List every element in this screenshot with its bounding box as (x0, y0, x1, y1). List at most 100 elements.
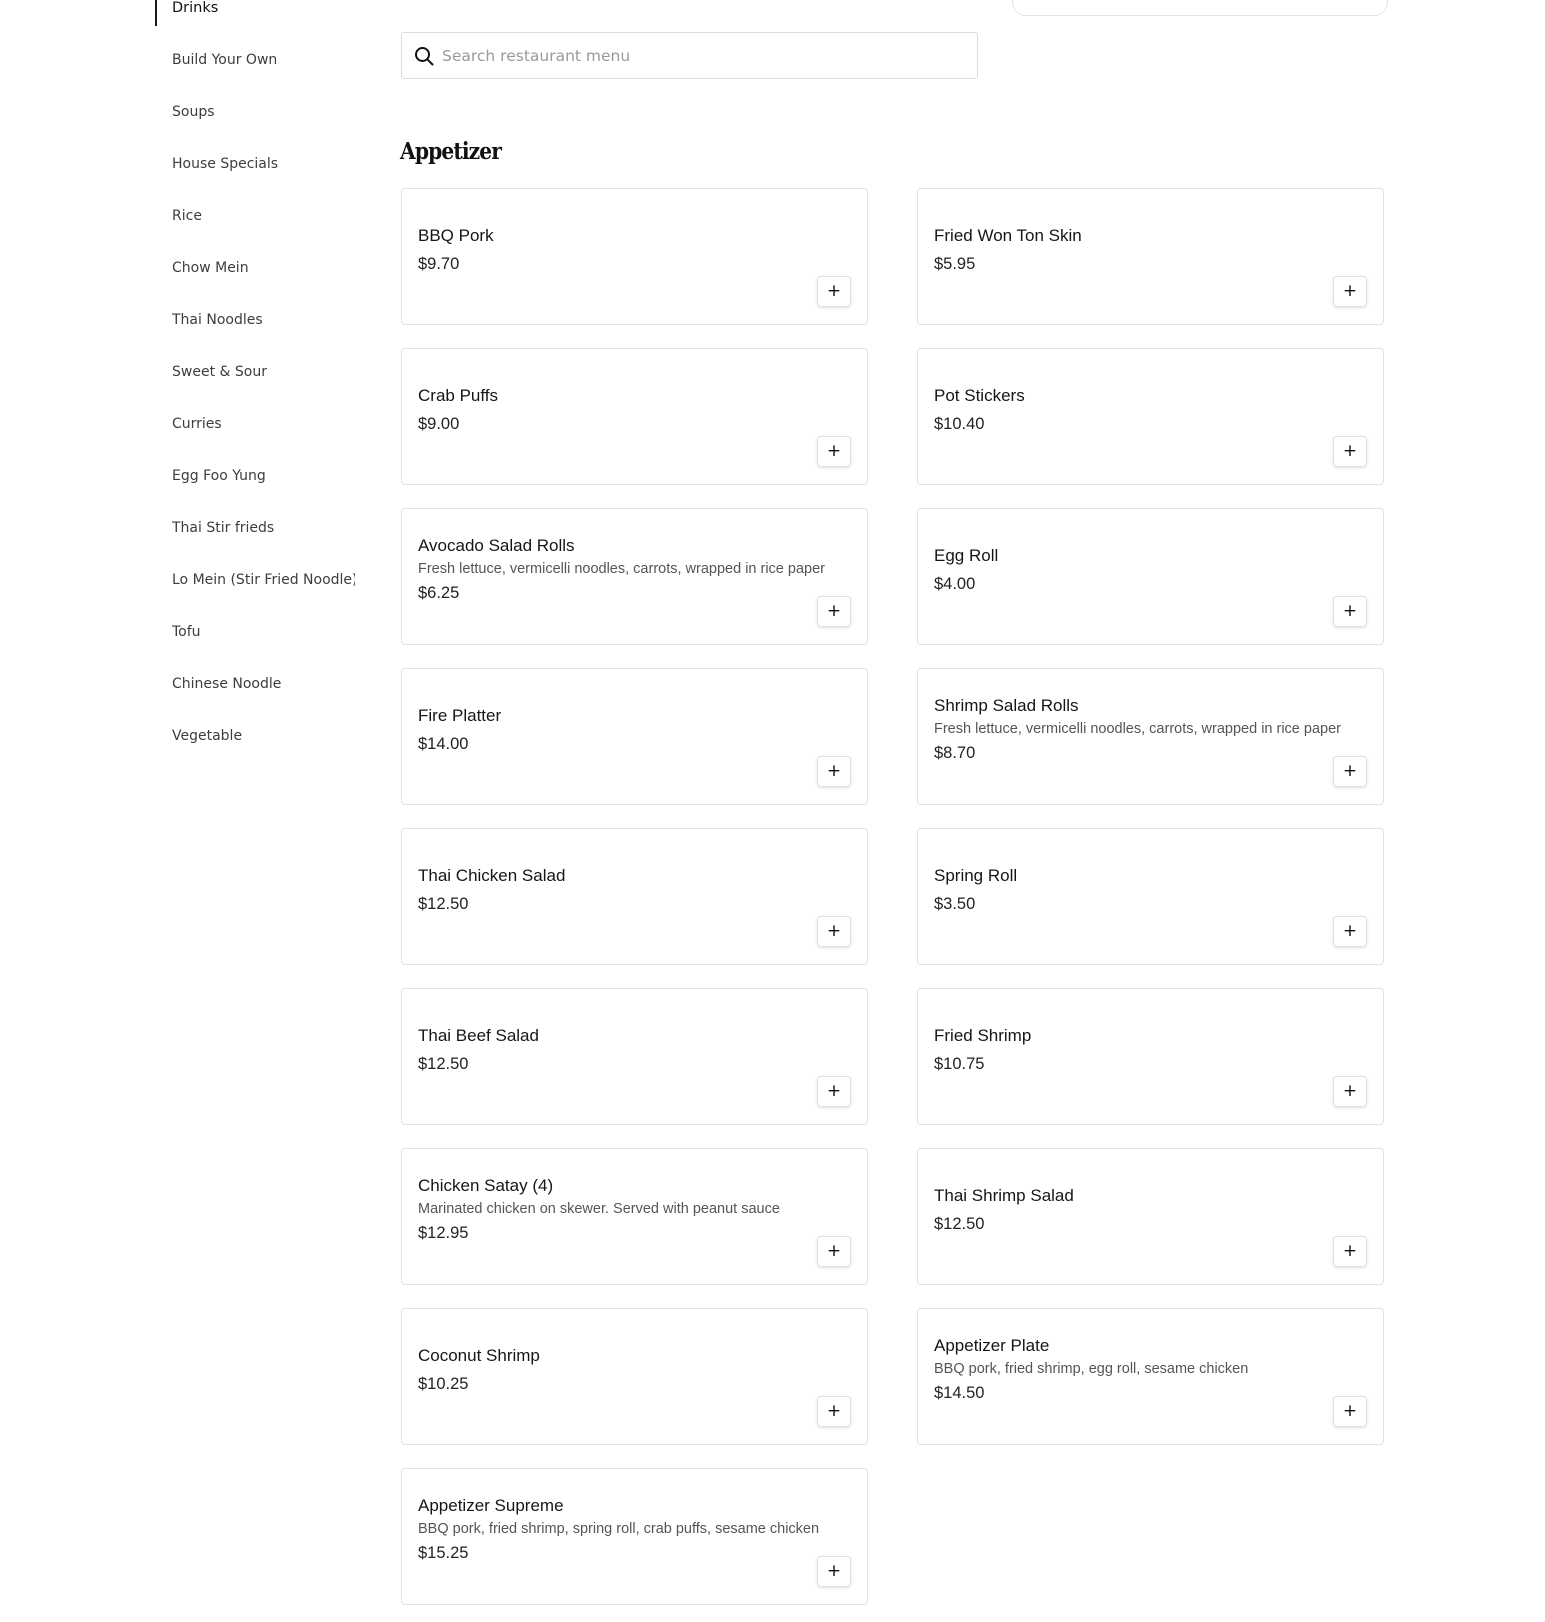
add-item-button[interactable]: + (1333, 756, 1367, 787)
item-description: Fresh lettuce, vermicelli noodles, carro… (934, 721, 1341, 737)
item-name: Fire Platter (418, 705, 502, 725)
menu-item-card[interactable]: Coconut Shrimp $10.25 + (401, 1308, 868, 1445)
item-name: Spring Roll (934, 865, 1018, 885)
search-bar (401, 32, 978, 79)
item-price: $12.50 (418, 1054, 469, 1073)
add-item-button[interactable]: + (1333, 596, 1367, 627)
add-item-button[interactable]: + (817, 596, 851, 627)
menu-item-card[interactable]: Thai Shrimp Salad $12.50 + (917, 1148, 1384, 1285)
item-price: $5.95 (934, 254, 976, 273)
item-price: $9.00 (418, 414, 460, 433)
item-price: $8.70 (934, 744, 976, 762)
menu-item-card[interactable]: BBQ Pork $9.70 + (401, 188, 868, 325)
add-item-button[interactable]: + (1333, 1076, 1367, 1107)
menu-item-card[interactable]: Spring Roll $3.50 + (917, 828, 1384, 965)
plus-icon: + (826, 1081, 842, 1101)
add-item-button[interactable]: + (1333, 1396, 1367, 1427)
menu-item-card[interactable]: Thai Chicken Salad $12.50 + (401, 828, 868, 965)
plus-icon: + (826, 441, 842, 461)
sidebar-item-house-specials[interactable]: House Specials (172, 156, 355, 172)
item-price: $15.25 (418, 1544, 469, 1562)
plus-icon: + (826, 761, 842, 781)
item-price: $10.40 (934, 414, 985, 433)
menu-item-card[interactable]: Egg Roll $4.00 + (917, 508, 1384, 645)
add-item-button[interactable]: + (817, 276, 851, 307)
item-price: $6.25 (418, 584, 460, 602)
item-price: $12.50 (934, 1214, 985, 1233)
menu-item-card[interactable]: Chicken Satay (4) Marinated chicken on s… (401, 1148, 868, 1285)
sidebar-item-lo-mein[interactable]: Lo Mein (Stir Fried Noodle) (172, 572, 355, 588)
sidebar-item-sweet-sour[interactable]: Sweet & Sour (172, 364, 355, 380)
top-info-card (1012, 0, 1388, 16)
search-icon (415, 47, 434, 66)
item-name: Pot Stickers (934, 385, 1025, 405)
sidebar-item-vegetable[interactable]: Vegetable (172, 728, 355, 744)
add-item-button[interactable]: + (1333, 276, 1367, 307)
menu-item-card[interactable]: Pot Stickers $10.40 + (917, 348, 1384, 485)
item-description: BBQ pork, fried shrimp, egg roll, sesame… (934, 1361, 1249, 1377)
sidebar-item-curries[interactable]: Curries (172, 416, 355, 432)
sidebar-item-tofu[interactable]: Tofu (172, 624, 355, 640)
item-price: $3.50 (934, 894, 976, 913)
plus-icon: + (1342, 1401, 1358, 1421)
menu-item-card[interactable]: Fire Platter $14.00 + (401, 668, 868, 805)
item-name: Thai Chicken Salad (418, 865, 566, 885)
menu-item-card[interactable]: Appetizer Supreme BBQ pork, fried shrimp… (401, 1468, 868, 1605)
plus-icon: + (826, 1241, 842, 1261)
plus-icon: + (1342, 1081, 1358, 1101)
sidebar-item-build-your-own[interactable]: Build Your Own (172, 52, 355, 68)
item-name: Appetizer Plate (934, 1336, 1050, 1355)
add-item-button[interactable]: + (1333, 1236, 1367, 1267)
item-name: Shrimp Salad Rolls (934, 696, 1079, 715)
menu-item-card[interactable]: Fried Shrimp $10.75 + (917, 988, 1384, 1125)
add-item-button[interactable]: + (1333, 916, 1367, 947)
item-description: BBQ pork, fried shrimp, spring roll, cra… (418, 1521, 820, 1537)
active-indicator (155, 0, 157, 26)
sidebar-item-egg-foo-yung[interactable]: Egg Foo Yung (172, 468, 355, 484)
item-price: $10.75 (934, 1054, 985, 1073)
sidebar-item-soups[interactable]: Soups (172, 104, 355, 120)
item-name: Thai Shrimp Salad (934, 1185, 1074, 1205)
add-item-button[interactable]: + (817, 436, 851, 467)
item-price: $9.70 (418, 254, 460, 273)
item-price: $14.50 (934, 1384, 985, 1402)
add-item-button[interactable]: + (817, 1396, 851, 1427)
item-description: Fresh lettuce, vermicelli noodles, carro… (418, 561, 825, 577)
menu-item-card[interactable]: Fried Won Ton Skin $5.95 + (917, 188, 1384, 325)
add-item-button[interactable]: + (817, 1076, 851, 1107)
plus-icon: + (826, 921, 842, 941)
item-name: BBQ Pork (418, 225, 494, 245)
sidebar-item-thai-noodles[interactable]: Thai Noodles (172, 312, 355, 328)
menu-item-card[interactable]: Appetizer Plate BBQ pork, fried shrimp, … (917, 1308, 1384, 1445)
plus-icon: + (826, 281, 842, 301)
item-price: $14.00 (418, 734, 469, 753)
item-name: Chicken Satay (4) (418, 1176, 554, 1195)
add-item-button[interactable]: + (817, 916, 851, 947)
add-item-button[interactable]: + (817, 756, 851, 787)
item-name: Egg Roll (934, 545, 999, 565)
plus-icon: + (1342, 281, 1358, 301)
item-price: $4.00 (934, 574, 976, 593)
add-item-button[interactable]: + (1333, 436, 1367, 467)
plus-icon: + (1342, 761, 1358, 781)
sidebar-item-rice[interactable]: Rice (172, 208, 355, 224)
add-item-button[interactable]: + (817, 1236, 851, 1267)
sidebar-item-chinese-noodle[interactable]: Chinese Noodle (172, 676, 355, 692)
sidebar-item-drinks[interactable]: Drinks (172, 0, 355, 16)
item-price: $10.25 (418, 1374, 469, 1393)
item-name: Appetizer Supreme (418, 1496, 564, 1515)
menu-item-card[interactable]: Shrimp Salad Rolls Fresh lettuce, vermic… (917, 668, 1384, 805)
sidebar-item-chow-mein[interactable]: Chow Mein (172, 260, 355, 276)
menu-item-card[interactable]: Thai Beef Salad $12.50 + (401, 988, 868, 1125)
plus-icon: + (826, 601, 842, 621)
item-description: Marinated chicken on skewer. Served with… (418, 1201, 780, 1217)
plus-icon: + (1342, 441, 1358, 461)
section-title: Appetizer (400, 138, 502, 165)
menu-item-card[interactable]: Crab Puffs $9.00 + (401, 348, 868, 485)
menu-item-card[interactable]: Avocado Salad Rolls Fresh lettuce, vermi… (401, 508, 868, 645)
sidebar-item-thai-stir-frieds[interactable]: Thai Stir frieds (172, 520, 355, 536)
item-price: $12.50 (418, 894, 469, 913)
add-item-button[interactable]: + (817, 1556, 851, 1587)
search-input[interactable] (442, 33, 962, 78)
item-price: $12.95 (418, 1224, 469, 1242)
